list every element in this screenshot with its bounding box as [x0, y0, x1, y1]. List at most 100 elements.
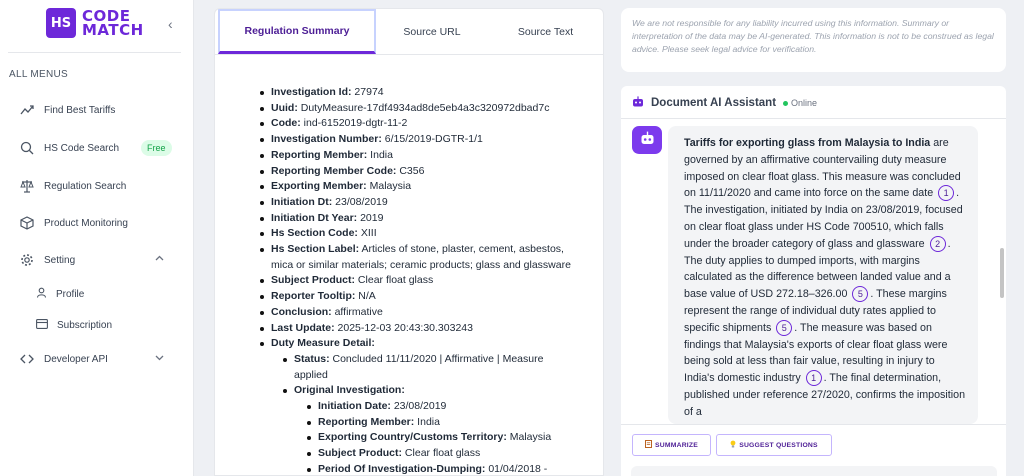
summary-field: Exporting Member: Malaysia: [215, 179, 603, 195]
sidebar-item-label: Product Monitoring: [44, 217, 128, 229]
original-investigation-item: Subject Product: Clear float glass: [215, 446, 603, 462]
field-value: N/A: [355, 290, 376, 303]
chevron-up-icon[interactable]: [155, 254, 164, 266]
field-key: Last Update:: [271, 321, 335, 334]
chat-input-area[interactable]: [631, 466, 997, 476]
field-key: Code:: [271, 117, 301, 130]
tab-source-text[interactable]: Source Text: [488, 9, 603, 54]
suggest-questions-label: SUGGEST QUESTIONS: [739, 441, 818, 449]
field-value: Concluded 11/11/2020 | Affirmative | Mea…: [294, 352, 544, 381]
assistant-message: Tariffs for exporting glass from Malaysi…: [668, 126, 978, 424]
summary-field: Investigation Id: 27974: [215, 85, 603, 101]
field-value: India: [414, 415, 440, 428]
sidebar-subitem-profile[interactable]: Profile: [36, 285, 84, 303]
collapse-sidebar-button[interactable]: ‹: [168, 16, 173, 32]
sidebar-subitem-subscription[interactable]: Subscription: [36, 316, 112, 334]
message-heading: Tariffs for exporting glass from Malaysi…: [684, 137, 931, 149]
field-key: Period Of Investigation-Dumping:: [318, 462, 486, 475]
citation-badge[interactable]: 1: [805, 370, 822, 387]
sidebar-item-developer-api[interactable]: Developer API: [20, 349, 108, 369]
trend-icon: [20, 103, 34, 117]
field-key: Hs Section Label:: [271, 243, 360, 256]
field-key: Duty Measure Detail:: [271, 337, 375, 350]
free-badge: Free: [141, 140, 172, 156]
logo-text: CODE MATCH: [82, 9, 144, 39]
citation-badge[interactable]: 1: [938, 185, 955, 202]
logo-mark: HS: [46, 8, 76, 38]
field-key: Status:: [294, 352, 330, 365]
suggest-questions-button[interactable]: SUGGEST QUESTIONS: [716, 434, 832, 456]
field-value: Malaysia: [506, 431, 552, 444]
sidebar-item-setting[interactable]: Setting: [20, 250, 75, 270]
logo-line-2: MATCH: [82, 21, 144, 39]
field-value: 01/04/2018 -: [485, 462, 548, 475]
lightbulb-icon: [730, 440, 736, 450]
field-key: Reporting Member:: [271, 148, 368, 161]
field-key: Initiation Dt Year:: [271, 211, 358, 224]
summary-field: Conclusion: affirmative: [215, 305, 603, 321]
field-key: Subject Product:: [271, 274, 356, 287]
field-key: Hs Section Code:: [271, 227, 358, 240]
original-investigation-item: Exporting Country/Customs Territory: Mal…: [215, 430, 603, 446]
sidebar-item-find-best-tariffs[interactable]: Find Best Tariffs: [20, 100, 115, 120]
summarize-button[interactable]: SUMMARIZE: [632, 434, 711, 456]
menu-heading: ALL MENUS: [9, 69, 69, 80]
field-key: Subject Product:: [318, 447, 403, 460]
summary-list: Investigation Id: 27974 Uuid: DutyMeasure…: [215, 85, 603, 475]
summary-field: Initiation Dt: 23/08/2019: [215, 195, 603, 211]
summary-field: Hs Section Label: Articles of stone, pla…: [215, 242, 603, 273]
field-value: Clear float glass: [402, 447, 481, 460]
robot-icon: [632, 94, 644, 112]
field-value: 6/15/2019-DGTR-1/1: [381, 133, 483, 146]
field-key: Initiation Date:: [318, 400, 391, 413]
tab-regulation-summary[interactable]: Regulation Summary: [218, 9, 376, 54]
field-value: 23/08/2019: [332, 195, 388, 208]
field-key: Reporting Member Code:: [271, 164, 397, 177]
citation-badge[interactable]: 5: [776, 319, 793, 336]
sidebar-item-label: Find Best Tariffs: [44, 104, 116, 116]
sidebar-item-label: Setting: [44, 254, 76, 266]
citation-badge[interactable]: 5: [852, 286, 869, 303]
user-icon: [36, 287, 47, 301]
summary-field: Hs Section Code: XIII: [215, 226, 603, 242]
original-investigation-item: Period Of Investigation-Dumping: 01/04/2…: [215, 462, 603, 475]
field-value: affirmative: [331, 305, 383, 318]
sidebar-item-product-monitoring[interactable]: Product Monitoring: [20, 213, 128, 233]
field-key: Uuid:: [271, 101, 298, 114]
summary-field: Reporting Member Code: C356: [215, 164, 603, 180]
search-icon: [20, 141, 34, 155]
box-icon: [20, 216, 34, 230]
code-icon: [20, 352, 34, 366]
tab-source-url[interactable]: Source URL: [376, 9, 488, 54]
field-key: Exporting Country/Customs Territory:: [318, 431, 507, 444]
regulation-panel: Regulation Summary Source URL Source Tex…: [214, 8, 604, 476]
gear-icon: [20, 253, 34, 267]
field-key: Exporting Member:: [271, 180, 367, 193]
summary-field: Subject Product: Clear float glass: [215, 273, 603, 289]
field-value: XIII: [357, 227, 377, 240]
original-investigation-field: Original Investigation:: [215, 383, 603, 399]
field-value: 23/08/2019: [390, 400, 447, 413]
chat-scrollbar[interactable]: [1000, 248, 1004, 298]
robot-icon: [640, 131, 655, 150]
field-key: Investigation Id:: [271, 86, 352, 98]
field-key: Original Investigation:: [294, 384, 405, 397]
field-key: Initiation Dt:: [271, 195, 333, 208]
chevron-down-icon[interactable]: [155, 353, 164, 365]
citation-badge[interactable]: 2: [929, 235, 946, 252]
summary-field: Uuid: DutyMeasure-17df4934ad8de5eb4a3c32…: [215, 101, 603, 117]
field-key: Reporter Tooltip:: [271, 290, 356, 303]
field-value: 27974: [351, 86, 384, 98]
card-icon: [36, 318, 48, 332]
sidebar-item-hs-code-search[interactable]: HS Code Search Free: [20, 138, 172, 158]
sidebar-item-regulation-search[interactable]: Regulation Search: [20, 176, 126, 196]
brand-logo[interactable]: HS CODE MATCH: [46, 8, 144, 38]
summary-field: Reporter Tooltip: N/A: [215, 289, 603, 305]
summary-field: Code: ind-6152019-dgtr-11-2: [215, 116, 603, 132]
field-value: Clear float glass: [355, 274, 434, 287]
ai-header-divider: [621, 118, 1006, 119]
sidebar-subitem-label: Profile: [56, 288, 85, 300]
scale-icon: [20, 179, 34, 193]
sidebar-divider: [8, 52, 181, 53]
sidebar-item-label: Developer API: [44, 353, 108, 365]
